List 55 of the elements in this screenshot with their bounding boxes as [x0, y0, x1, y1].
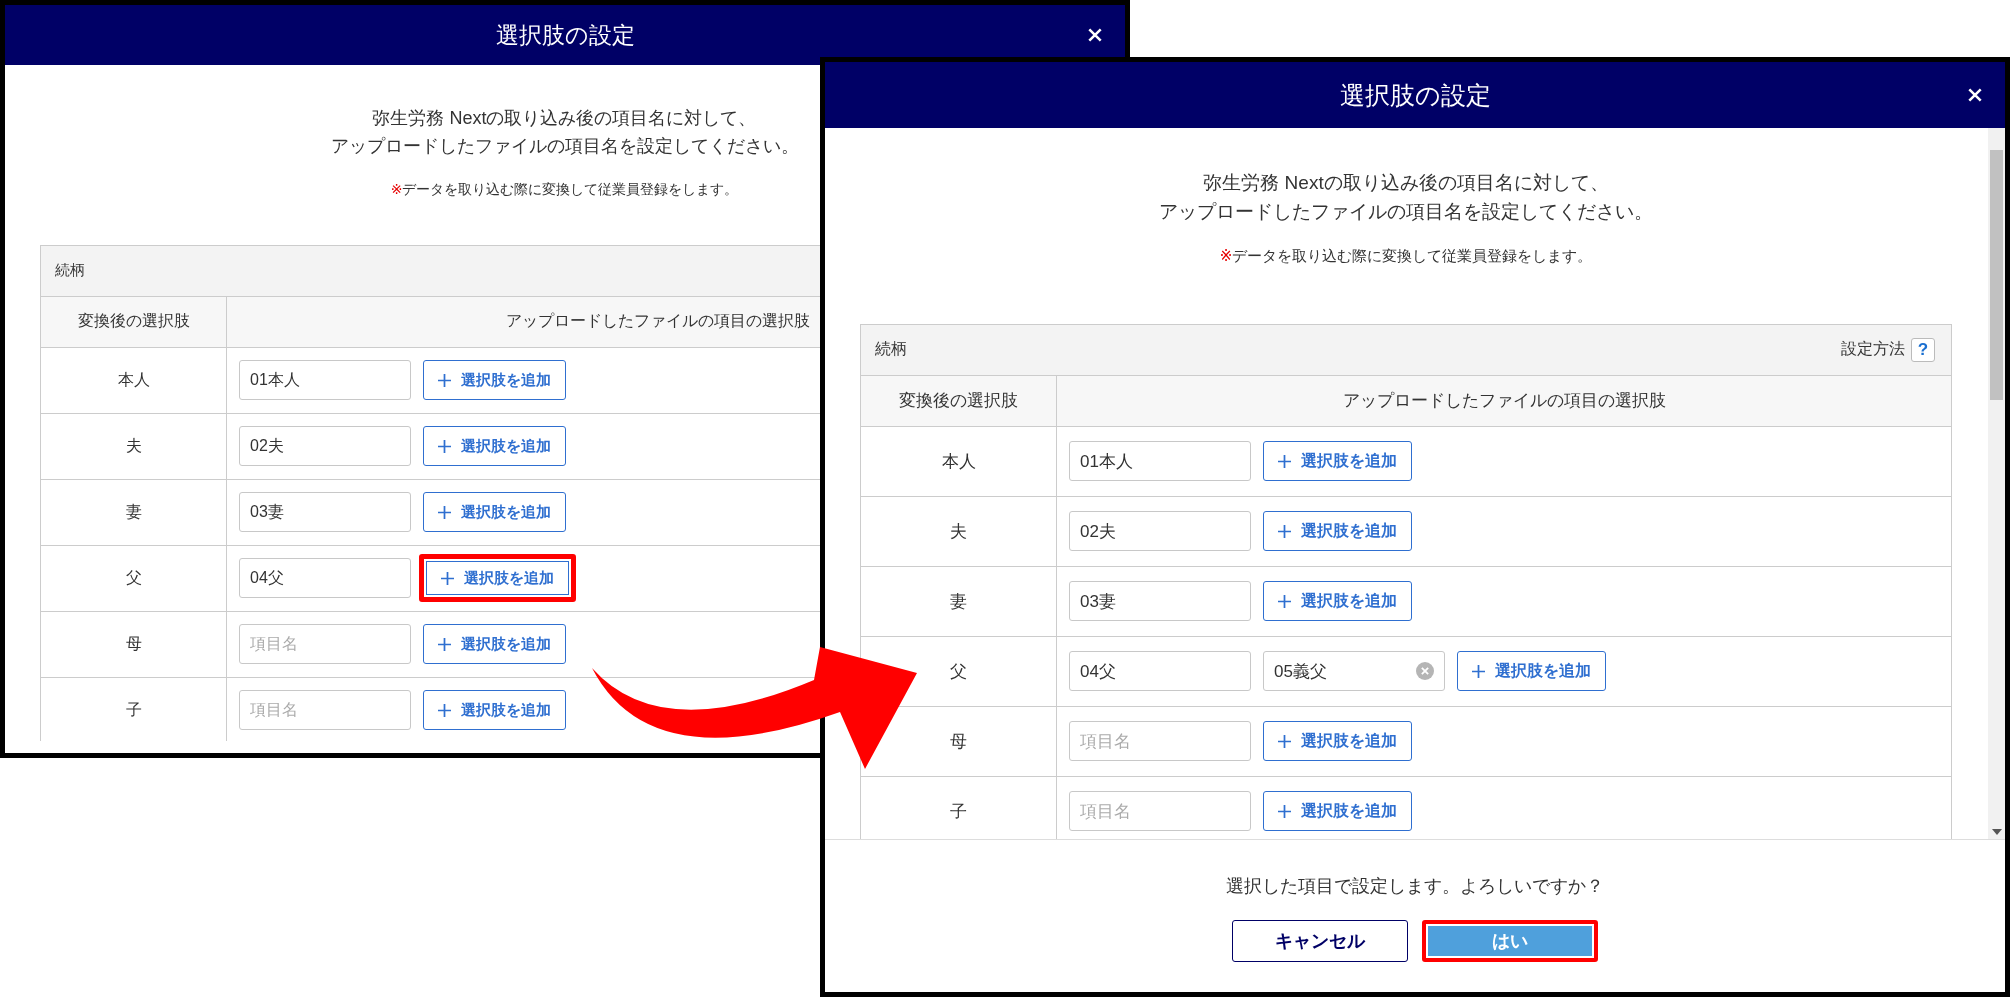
input-field[interactable]: 01本人 [1069, 441, 1251, 482]
input-field[interactable]: 04父 [1069, 651, 1251, 692]
add-option-button[interactable]: 選択肢を追加 [1263, 721, 1412, 762]
input-field[interactable]: 04父 [239, 558, 411, 599]
dialog-title: 選択肢の設定 [1339, 79, 1491, 111]
column-header: 変換後の選択肢 [861, 375, 1057, 426]
add-option-button[interactable]: 選択肢を追加 [1263, 791, 1412, 832]
instruction-text: アップロードしたファイルの項目名を設定してください。 [330, 134, 799, 158]
add-option-button[interactable]: 選択肢を追加 [423, 690, 566, 731]
add-option-button[interactable]: 選択肢を追加 [419, 554, 576, 603]
add-option-button[interactable]: 選択肢を追加 [423, 624, 566, 665]
note-text: ※データを取り込む際に変換して従業員登録をします。 [1219, 246, 1593, 266]
input-field[interactable]: 05義父 [1263, 651, 1445, 692]
input-field[interactable]: 03妻 [1069, 581, 1251, 622]
confirm-text: 選択した項目で設定します。よろしいですか？ [1226, 875, 1604, 898]
plus-icon [1278, 594, 1291, 608]
input-field[interactable]: 01本人 [239, 360, 411, 401]
section-title: 続柄 [875, 339, 907, 360]
plus-icon [438, 373, 451, 387]
add-option-button[interactable]: 選択肢を追加 [1263, 441, 1412, 482]
add-option-button[interactable]: 選択肢を追加 [1263, 511, 1412, 552]
plus-icon [1278, 804, 1291, 818]
dialog-title: 選択肢の設定 [495, 20, 635, 50]
input-field[interactable]: 03妻 [239, 492, 411, 533]
close-icon[interactable] [1087, 27, 1103, 43]
plus-icon [1278, 454, 1291, 468]
scrollbar[interactable] [1988, 128, 2005, 839]
close-icon[interactable] [1967, 87, 1983, 103]
confirm-button[interactable]: はい [1422, 920, 1598, 962]
column-header: アップロードしたファイルの項目の選択肢 [1341, 390, 1667, 413]
add-option-button[interactable]: 選択肢を追加 [423, 426, 566, 467]
plus-icon [438, 703, 451, 717]
input-field[interactable]: 02夫 [1069, 511, 1251, 552]
plus-icon [438, 439, 451, 453]
help-label: 設定方法 [1841, 339, 1905, 360]
add-option-button[interactable]: 選択肢を追加 [423, 360, 566, 401]
plus-icon [438, 505, 451, 519]
plus-icon [1278, 734, 1291, 748]
instruction-text: 弥生労務 Nextの取り込み後の項目名に対して、 [372, 107, 757, 130]
plus-icon [1472, 664, 1485, 678]
plus-icon [438, 637, 451, 651]
input-field[interactable]: 02夫 [239, 426, 411, 467]
cancel-button[interactable]: キャンセル [1232, 920, 1408, 962]
column-header: アップロードしたファイルの項目の選択肢 [504, 311, 811, 332]
section-title: 続柄 [55, 261, 85, 281]
add-option-button[interactable]: 選択肢を追加 [423, 492, 566, 533]
add-option-button[interactable]: 選択肢を追加 [1263, 581, 1412, 622]
instruction-text: 弥生労務 Nextの取り込み後の項目名に対して、 [1203, 171, 1609, 195]
note-text: ※データを取り込む際に変換して従業員登録をします。 [390, 180, 739, 199]
plus-icon [441, 571, 454, 585]
add-option-button[interactable]: 選択肢を追加 [1457, 651, 1606, 692]
plus-icon [1278, 524, 1291, 538]
help-button[interactable]: ? [1911, 337, 1935, 362]
instruction-text: アップロードしたファイルの項目名を設定してください。 [1159, 200, 1653, 225]
column-header: 変換後の選択肢 [41, 296, 227, 347]
